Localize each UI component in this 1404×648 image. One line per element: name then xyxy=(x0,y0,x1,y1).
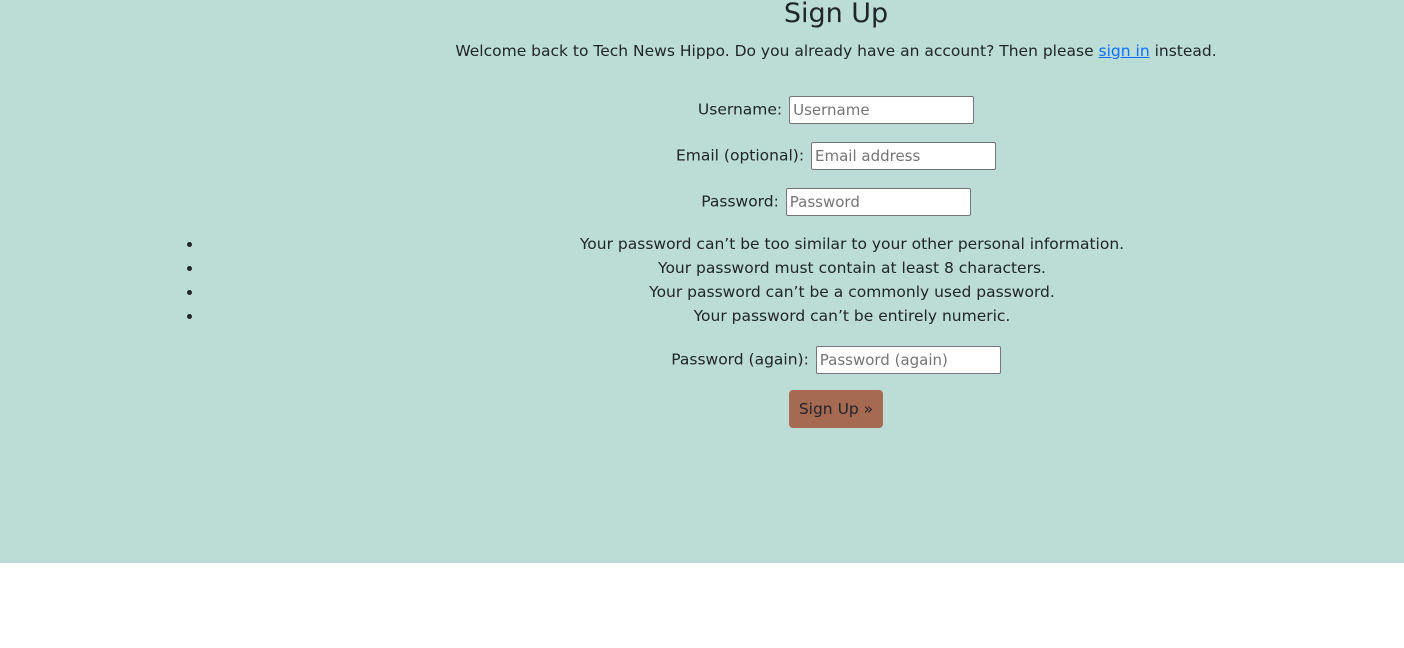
welcome-text-before: Welcome back to Tech News Hippo. Do you … xyxy=(455,42,1099,60)
sign-in-link[interactable]: sign in xyxy=(1099,42,1150,60)
welcome-text-after: instead. xyxy=(1149,42,1217,60)
email-row: Email (optional): xyxy=(0,140,1404,171)
password-again-row: Password (again): xyxy=(0,344,1404,375)
username-row: Username: xyxy=(0,94,1404,125)
password-rules-list: Your password can’t be too similar to yo… xyxy=(0,232,1404,328)
password-again-label: Password (again): xyxy=(671,350,809,369)
password-rule: Your password can’t be too similar to yo… xyxy=(203,232,1404,256)
email-label: Email (optional): xyxy=(675,146,805,165)
page-title: Sign Up xyxy=(783,0,889,29)
sign-up-button[interactable]: Sign Up » xyxy=(789,390,883,428)
password-rule: Your password must contain at least 8 ch… xyxy=(203,256,1404,280)
password-input[interactable] xyxy=(785,187,971,216)
email-input[interactable] xyxy=(811,141,996,170)
password-rule: Your password can’t be a commonly used p… xyxy=(203,280,1404,304)
password-again-input[interactable] xyxy=(815,345,1001,374)
submit-wrap: Sign Up » xyxy=(789,390,883,428)
welcome-text: Welcome back to Tech News Hippo. Do you … xyxy=(0,40,1404,62)
username-input[interactable] xyxy=(789,95,975,124)
username-label: Username: xyxy=(697,100,783,119)
password-row: Password: xyxy=(0,186,1404,217)
password-rule: Your password can’t be entirely numeric. xyxy=(203,304,1404,328)
password-label: Password: xyxy=(701,192,779,211)
